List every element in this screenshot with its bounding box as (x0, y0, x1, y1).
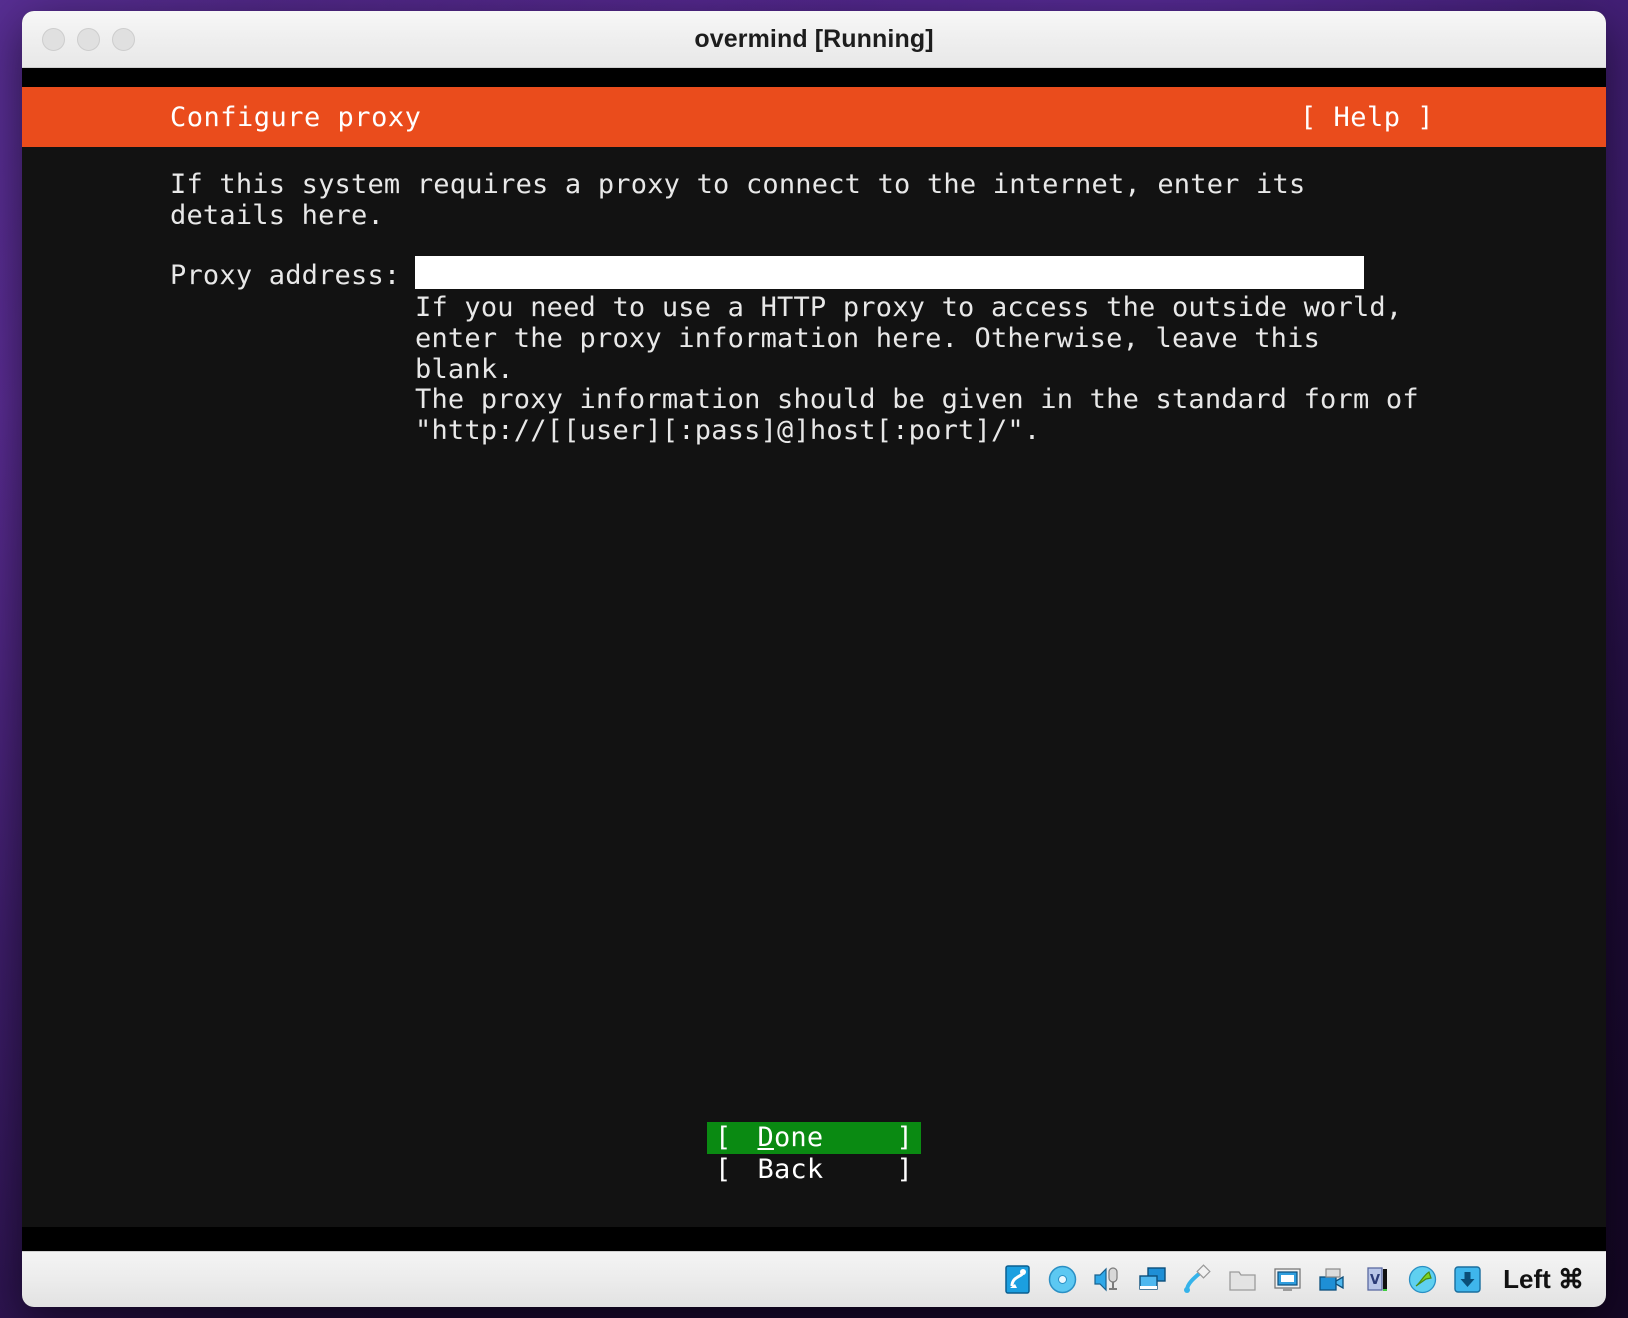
screen-top-margin (22, 68, 1606, 87)
proxy-address-input[interactable] (415, 256, 1364, 289)
proxy-help-paragraph-2: The proxy information should be given in… (415, 384, 1425, 446)
vm-window: overmind [Running] Configure proxy [ Hel… (22, 11, 1606, 1307)
back-accel-char: B (757, 1154, 773, 1185)
done-button-label: Done (731, 1122, 896, 1154)
back-rest-chars: ack (774, 1154, 823, 1185)
done-close-bracket: ] (897, 1122, 913, 1154)
back-close-bracket: ] (897, 1154, 913, 1186)
done-open-bracket: [ (715, 1122, 731, 1154)
optical-disk-icon[interactable] (1047, 1264, 1078, 1295)
vm-status-bar: V Left ⌘ (22, 1251, 1606, 1307)
done-button[interactable]: [ Done ] (707, 1122, 921, 1154)
intro-text: If this system requires a proxy to conne… (170, 169, 1370, 231)
screen-bottom-margin (22, 1227, 1606, 1251)
display-icon[interactable] (1272, 1264, 1303, 1295)
done-accel-char: D (757, 1122, 773, 1153)
proxy-address-label: Proxy address: (170, 260, 400, 291)
audio-icon[interactable] (1092, 1264, 1123, 1295)
host-key-label: Left ⌘ (1503, 1264, 1584, 1295)
tui-body: If this system requires a proxy to conne… (22, 147, 1606, 1251)
traffic-light-group (42, 11, 135, 67)
svg-text:V: V (1370, 1273, 1380, 1288)
usb-icon[interactable] (1182, 1264, 1213, 1295)
maximize-button[interactable] (112, 28, 135, 51)
close-button[interactable] (42, 28, 65, 51)
back-button-label: Back (731, 1154, 896, 1186)
back-open-bracket: [ (715, 1154, 731, 1186)
tui-header-bar: Configure proxy [ Help ] (22, 87, 1606, 147)
proxy-help-paragraph-1: If you need to use a HTTP proxy to acces… (415, 292, 1425, 385)
video-capture-icon[interactable] (1317, 1264, 1348, 1295)
mouse-integration-icon[interactable] (1452, 1264, 1483, 1295)
back-button[interactable]: [ Back ] (707, 1154, 921, 1186)
shared-folders-icon[interactable] (1227, 1264, 1258, 1295)
vm-guest-screen[interactable]: Configure proxy [ Help ] If this system … (22, 68, 1606, 1251)
help-button[interactable]: [ Help ] (1300, 102, 1434, 133)
page-title: Configure proxy (170, 102, 421, 133)
network-icon[interactable] (1137, 1264, 1168, 1295)
virtualization-icon[interactable]: V (1362, 1264, 1393, 1295)
window-title: overmind [Running] (22, 25, 1606, 54)
button-group: [ Done ] [ Back ] (22, 1122, 1606, 1186)
minimize-button[interactable] (77, 28, 100, 51)
window-titlebar: overmind [Running] (22, 11, 1606, 68)
guest-additions-icon[interactable] (1407, 1264, 1438, 1295)
done-rest-chars: one (774, 1122, 823, 1153)
hard-disk-icon[interactable] (1002, 1264, 1033, 1295)
